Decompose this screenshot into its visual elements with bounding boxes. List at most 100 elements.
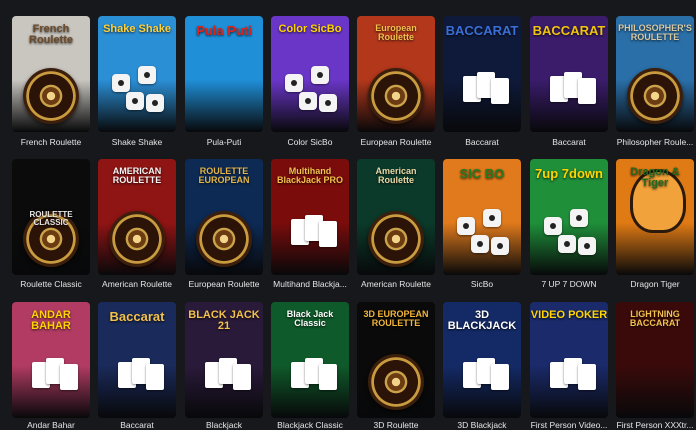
game-logo-text: Color SicBo [278,23,342,35]
game-tile-european-roulette-2[interactable]: ROULETTE EUROPEAN [185,159,263,275]
dice-icon [112,74,130,92]
dice-icon [138,66,156,84]
playing-card-icon [491,364,509,390]
game-logo-text: 7up 7down [535,166,603,181]
game-title[interactable]: Baccarat [91,420,183,430]
game-tile-shake-shake[interactable]: Shake Shake [98,16,176,132]
dice-icon [126,92,144,110]
game-title[interactable]: 3D Roulette [350,420,442,430]
game-title[interactable]: Andar Bahar [5,420,97,430]
game-title[interactable]: Pula-Puti [178,137,270,147]
game-tile-dragon-tiger[interactable]: Dragon & Tiger [616,159,694,275]
dice-icon [319,94,337,112]
game-tile-american-roulette-2[interactable]: American Roulette [357,159,435,275]
playing-card-icon [491,78,509,104]
dice-icon [146,94,164,112]
game-logo-text: BLACK JACK 21 [188,309,260,332]
game-tile-baccarat-3[interactable]: Baccarat [98,302,176,418]
game-tile-sicbo[interactable]: SIC BO [443,159,521,275]
game-tile-7up-7down[interactable]: 7up 7down [530,159,608,275]
game-title[interactable]: First Person XXXtr... [609,420,696,430]
game-title[interactable]: Roulette Classic [5,279,97,289]
dice-icon [457,217,475,235]
roulette-wheel-icon [23,68,79,124]
game-title[interactable]: Philosopher Roule... [609,137,696,147]
game-title[interactable]: First Person Video... [523,420,615,430]
game-title[interactable]: Multihand Blackja... [264,279,356,289]
game-tile-french-roulette[interactable]: French Roulette [12,16,90,132]
game-logo-text: ROULETTE CLASSIC [29,210,73,227]
game-tile-blackjack-classic[interactable]: Black Jack Classic [271,302,349,418]
dice-icon [483,209,501,227]
playing-card-icon [60,364,78,390]
roulette-wheel-icon [368,68,424,124]
dice-icon [491,237,509,255]
dice-icon [578,237,596,255]
game-logo-text: French Roulette [29,23,73,46]
dice-icon [299,92,317,110]
game-logo-text: Dragon & Tiger [630,166,680,189]
game-tile-3d-european-roulette[interactable]: 3D EUROPEAN ROULETTE [357,302,435,418]
game-title[interactable]: Blackjack [178,420,270,430]
roulette-wheel-icon [627,68,683,124]
dice-icon [285,74,303,92]
game-logo-text: 3D EUROPEAN ROULETTE [363,309,429,328]
game-logo-text: Multihand BlackJack PRO [276,166,344,185]
game-logo-text: BACCARAT [532,23,606,38]
game-logo-text: AMERICAN ROULETTE [112,166,162,185]
game-logo-text: Baccarat [109,309,165,324]
game-tile-roulette-classic[interactable]: ROULETTE CLASSIC [12,159,90,275]
game-tile-american-roulette-1[interactable]: AMERICAN ROULETTE [98,159,176,275]
game-tile-baccarat-1[interactable]: BACCARAT [443,16,521,132]
game-title[interactable]: Shake Shake [91,137,183,147]
roulette-wheel-icon [368,354,424,410]
game-title[interactable]: Color SicBo [264,137,356,147]
playing-card-icon [319,221,337,247]
game-logo-text: Black Jack Classic [286,309,334,328]
roulette-wheel-icon [196,211,252,267]
game-title[interactable]: European Roulette [350,137,442,147]
game-tile-3d-blackjack[interactable]: 3D BLACKJACK [443,302,521,418]
game-logo-text: PHILOSOPHER'S ROULETTE [618,23,692,42]
game-tile-pula-puti[interactable]: Pula Puti [185,16,263,132]
playing-card-icon [233,364,251,390]
game-title[interactable]: American Roulette [91,279,183,289]
game-title[interactable]: 7 UP 7 DOWN [523,279,615,289]
playing-card-icon [578,78,596,104]
game-logo-text: ANDAR BAHAR [31,309,71,332]
game-tile-philosopher-roulette[interactable]: PHILOSOPHER'S ROULETTE [616,16,694,132]
game-logo-text: SIC BO [459,166,505,181]
game-logo-text: European Roulette [375,23,417,42]
game-tile-european-roulette-1[interactable]: European Roulette [357,16,435,132]
game-tile-andar-bahar[interactable]: ANDAR BAHAR [12,302,90,418]
game-title[interactable]: SicBo [436,279,528,289]
game-title[interactable]: Baccarat [523,137,615,147]
game-tile-multihand-blackjack[interactable]: Multihand BlackJack PRO [271,159,349,275]
game-title[interactable]: Baccarat [436,137,528,147]
game-tile-color-sicbo[interactable]: Color SicBo [271,16,349,132]
game-tile-first-person-video-poker[interactable]: VIDEO POKER [530,302,608,418]
playing-card-icon [146,364,164,390]
game-logo-text: American Roulette [375,166,417,185]
game-tile-first-person-xxxtreme[interactable]: LIGHTNING BACCARAT [616,302,694,418]
game-title[interactable]: Dragon Tiger [609,279,696,289]
roulette-wheel-icon [109,211,165,267]
game-grid: French Roulette French Roulette Shake Shak… [0,0,696,430]
dice-icon [558,235,576,253]
game-tile-baccarat-2[interactable]: BACCARAT [530,16,608,132]
game-title[interactable]: Blackjack Classic [264,420,356,430]
game-logo-text: VIDEO POKER [530,309,608,321]
game-logo-text: BACCARAT [445,23,519,38]
game-logo-text: LIGHTNING BACCARAT [629,309,681,328]
game-title[interactable]: American Roulette [350,279,442,289]
dice-icon [544,217,562,235]
game-title[interactable]: European Roulette [178,279,270,289]
dice-icon [570,209,588,227]
playing-card-icon [578,364,596,390]
game-title[interactable]: 3D Blackjack [436,420,528,430]
game-title[interactable]: French Roulette [5,137,97,147]
dice-icon [471,235,489,253]
dice-icon [311,66,329,84]
game-tile-blackjack[interactable]: BLACK JACK 21 [185,302,263,418]
roulette-wheel-icon [368,211,424,267]
